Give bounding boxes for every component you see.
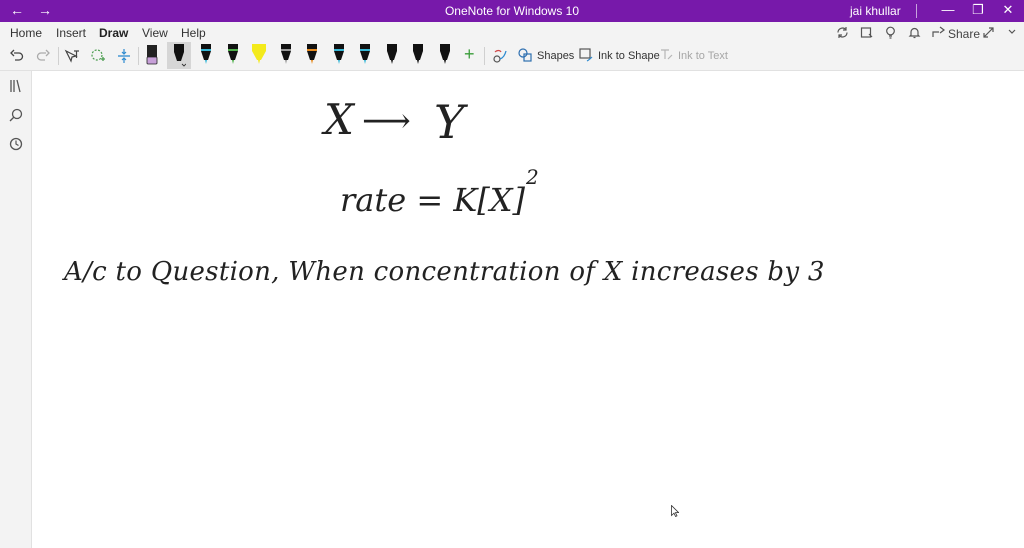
ink-sentence: A/c to Question, When concentration of X… [64,257,825,287]
lightbulb-icon[interactable] [884,26,897,42]
search-icon[interactable] [9,108,23,122]
lasso-select-icon[interactable] [90,47,106,65]
ink-to-shape-label: Ink to Shape [598,50,660,62]
note-canvas[interactable]: X ⟶ Y rate = K[X] 2 A/c to Question, Whe… [32,71,1024,548]
notebooks-icon[interactable] [9,79,23,93]
ink-to-text-label: Ink to Text [678,50,728,62]
share-button[interactable]: Share [932,26,980,41]
close-icon[interactable]: ✕ [994,2,1022,18]
toolbar-divider [138,47,139,65]
type-select-icon[interactable] [64,47,80,65]
pen-6-icon[interactable] [279,43,293,67]
more-options-icon[interactable] [1006,26,1018,42]
user-name[interactable]: jai khullar [850,4,901,18]
navigation-sidebar [0,71,32,548]
shapes-button[interactable]: Shapes [518,47,574,65]
draw-toolbar: + Shapes Ink to Shape Ink to Text [0,42,1024,71]
immersive-reader-icon[interactable] [860,26,873,42]
ink-exponent: 2 [526,165,539,189]
tab-view[interactable]: View [142,26,168,40]
toolbar-divider [58,47,59,65]
pen-4-icon[interactable] [226,43,240,67]
title-separator [916,4,917,18]
ink-to-text-button[interactable]: Ink to Text [660,47,728,65]
share-label: Share [948,26,981,41]
shapes-icon [518,47,532,65]
recent-clock-icon[interactable] [9,137,23,151]
minimize-icon[interactable]: — [934,2,962,17]
ink-y-label: Y [434,95,465,149]
pen-12-icon[interactable] [438,43,452,67]
share-icon [932,26,945,41]
toolbar-divider [484,47,485,65]
tab-help[interactable]: Help [181,26,206,40]
tab-home[interactable]: Home [10,26,42,40]
pen-7-icon[interactable] [305,43,319,67]
pen-5-icon[interactable] [252,43,266,67]
redo-icon[interactable] [36,47,50,65]
ink-x-label: X [324,95,354,144]
eraser-icon[interactable] [145,43,159,67]
pen-black-selected-icon[interactable] [172,43,186,67]
shapes-label: Shapes [537,50,575,62]
ink-rate-equation: rate = K[X] [340,181,525,219]
tab-draw[interactable]: Draw [99,26,129,44]
mouse-cursor-icon [671,504,680,522]
add-space-icon[interactable] [116,47,132,65]
sync-icon[interactable] [836,26,849,42]
ink-arrow: ⟶ [362,101,411,141]
pen-8-icon[interactable] [332,43,346,67]
pen-9-icon[interactable] [358,43,372,67]
bell-icon[interactable] [908,26,921,42]
ink-to-shape-icon [579,47,593,65]
undo-icon[interactable] [10,47,24,65]
title-bar: ← → OneNote for Windows 10 jai khullar —… [0,0,1024,22]
pen-3-icon[interactable] [199,43,213,67]
ink-replay-icon[interactable] [492,47,508,65]
expand-icon[interactable] [982,26,995,42]
pen-11-icon[interactable] [411,43,425,67]
tab-insert[interactable]: Insert [56,26,86,40]
add-pen-icon[interactable]: + [464,44,475,64]
restore-icon[interactable]: ❐ [964,2,992,18]
pen-10-icon[interactable] [385,43,399,67]
ink-to-text-icon [660,48,673,64]
ink-to-shape-button[interactable]: Ink to Shape [579,47,660,65]
